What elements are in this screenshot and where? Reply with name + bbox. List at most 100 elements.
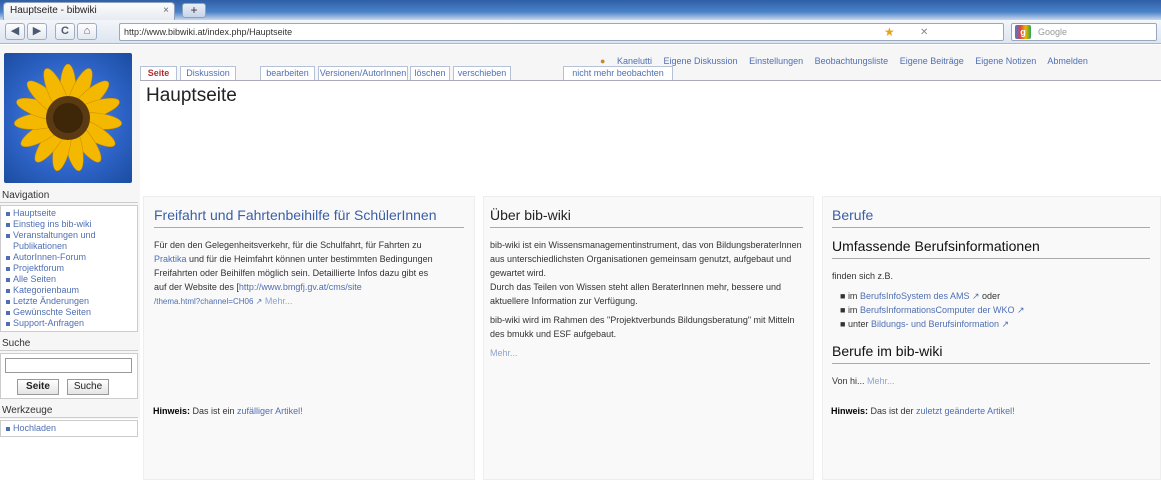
sidebar-item-kategorienbaum[interactable]: Kategorienbaum [4, 285, 134, 296]
content-area: Hauptseite Freifahrt und Fahrtenbeihilfe… [140, 80, 1161, 480]
sidebar-item-gewuenschte-seiten[interactable]: Gewünschte Seiten [4, 307, 134, 318]
berufe-list-item: ■ im BerufsInfoSystem des AMS ↗ oder [840, 291, 1001, 301]
external-link-icon: ↗ [1001, 319, 1010, 329]
forward-button[interactable]: ▶ [27, 23, 47, 40]
freifahrt-line1: Für den den Gelegenheitsverkehr, für die… [154, 240, 422, 250]
sidebar-item-veranstaltungen[interactable]: Veranstaltungen und Publikationen [4, 230, 134, 252]
berufe-sub1: Umfassende Berufsinformationen [832, 238, 1150, 259]
bookmark-star-icon[interactable]: ★ [884, 24, 895, 40]
bmgfj-link[interactable]: http://www.bmgfj.gv.at/cms/site [239, 282, 362, 292]
sidebar-item-letzte-aenderungen[interactable]: Letzte Änderungen [4, 296, 134, 307]
personal-link-talk[interactable]: Eigene Diskussion [664, 56, 738, 66]
ueber-p3: bib-wiki wird im Rahmen des "Projektverb… [490, 315, 795, 339]
wko-link[interactable]: BerufsInformationsComputer der WKO [860, 305, 1015, 315]
hinweis-right-text: Das ist der [868, 406, 917, 416]
sidebar-item-autorinnen-forum[interactable]: AutorInnen-Forum [4, 252, 134, 263]
freifahrt-line3: Freifahrten oder Beihilfen möglich sein.… [154, 268, 429, 278]
stop-icon[interactable]: ✕ [920, 25, 928, 41]
search-placeholder: Google [1038, 27, 1068, 37]
hinweis-left-text: Das ist ein [190, 406, 238, 416]
bmgfj-link-cont[interactable]: /thema.html?channel=CH06 [154, 297, 253, 306]
sidebar-item-projektforum[interactable]: Projektforum [4, 263, 134, 274]
sidebar-item-hochladen[interactable]: Hochladen [4, 423, 134, 434]
tab-diskussion[interactable]: Diskussion [180, 66, 236, 80]
hinweis-right: Hinweis: Das ist der zuletzt geänderte A… [831, 406, 1015, 416]
berufe-l1-prefix: im [847, 291, 860, 301]
wiki-page: ● Kanelutti Eigene Diskussion Einstellun… [0, 45, 1161, 480]
berufe-heading[interactable]: Berufe [832, 207, 1150, 228]
url-bar[interactable]: http://www.bibwiki.at/index.php/Hauptsei… [119, 23, 1004, 41]
back-button[interactable]: ◀ [5, 23, 25, 40]
search-heading: Suche [0, 338, 138, 351]
external-link-icon: ↗ [1017, 305, 1025, 315]
tab-close-icon[interactable]: × [163, 3, 169, 19]
berufe-l1-suffix: oder [979, 291, 1001, 301]
sunflower-image [14, 63, 122, 172]
go-button[interactable]: Seite [17, 379, 59, 395]
berufe-sub2: Berufe im bib-wiki [832, 343, 1150, 364]
sidebar-search-input[interactable] [5, 358, 132, 373]
sunflower-logo[interactable] [4, 53, 132, 183]
external-link-icon: ↗ [972, 291, 980, 301]
sidebar-item-alle-seiten[interactable]: Alle Seiten [4, 274, 134, 285]
tab-verschieben[interactable]: verschieben [453, 66, 511, 80]
personal-link-user[interactable]: Kanelutti [617, 56, 652, 66]
freifahrt-mehr-link[interactable]: Mehr... [262, 296, 293, 306]
freifahrt-heading[interactable]: Freifahrt und Fahrtenbeihilfe für Schüle… [154, 207, 464, 228]
berufe-list-item: ■ unter Bildungs- und Berufsinformation … [840, 319, 1010, 329]
freifahrt-line2-text: und für die Heimfahrt können unter besti… [186, 254, 433, 264]
ueber-p1: bib-wiki ist ein Wissensmanagementinstru… [490, 240, 802, 278]
tab-title: Hauptseite - bibwiki [10, 5, 97, 16]
panel-berufe: Berufe Umfassende Berufsinformationen fi… [822, 196, 1161, 480]
personal-link-notes[interactable]: Eigene Notizen [975, 56, 1036, 66]
sidebar-search: Seite Suche [0, 353, 138, 399]
berufe-von-text: Von hi... [832, 376, 868, 386]
freifahrt-line4-text: auf der Website des [ [154, 282, 239, 292]
search-box[interactable]: g Google [1011, 23, 1157, 41]
ueber-heading: Über bib-wiki [490, 207, 803, 228]
sidebar-item-support-anfragen[interactable]: Support-Anfragen [4, 318, 134, 329]
reload-button[interactable]: C [55, 23, 75, 40]
berufe-l3-prefix: unter [847, 319, 871, 329]
ueber-text: bib-wiki ist ein Wissensmanagementinstru… [490, 238, 803, 360]
freifahrt-line4: auf der Website des [http://www.bmgfj.gv… [154, 280, 464, 294]
new-tab-button[interactable]: + [182, 3, 206, 18]
personal-link-watchlist[interactable]: Beobachtungsliste [815, 56, 889, 66]
navigation-heading: Navigation [0, 190, 138, 203]
ueber-mehr-link[interactable]: Mehr... [490, 346, 803, 360]
google-icon: g [1015, 25, 1031, 39]
personal-link-logout[interactable]: Abmelden [1047, 56, 1088, 66]
bildung-link[interactable]: Bildungs- und Berufsinformation [871, 319, 999, 329]
praktika-link[interactable]: Praktika [154, 254, 187, 264]
freifahrt-text: Für den den Gelegenheitsverkehr, für die… [154, 238, 464, 309]
personal-link-contributions[interactable]: Eigene Beiträge [900, 56, 964, 66]
zufaelliger-artikel-link[interactable]: zufälliger Artikel! [237, 406, 303, 416]
panel-ueber: Über bib-wiki bib-wiki ist ein Wissensma… [483, 196, 814, 480]
tab-seite[interactable]: Seite [140, 66, 177, 80]
tab-loeschen[interactable]: löschen [410, 66, 450, 80]
berufe-intro: finden sich z.B. [832, 271, 894, 281]
user-icon: ● [600, 56, 606, 66]
hinweis-right-label: Hinweis: [831, 406, 869, 416]
zuletzt-geaendert-link[interactable]: zuletzt geänderte Artikel! [916, 406, 1015, 416]
ams-link[interactable]: BerufsInfoSystem des AMS [860, 291, 970, 301]
home-button[interactable]: ⌂ [77, 23, 97, 40]
personal-link-preferences[interactable]: Einstellungen [749, 56, 803, 66]
tab-bearbeiten[interactable]: bearbeiten [260, 66, 315, 80]
tools-heading: Werkzeuge [0, 405, 138, 418]
sidebar-item-einstieg[interactable]: Einstieg ins bib-wiki [4, 219, 134, 230]
panel-freifahrt: Freifahrt und Fahrtenbeihilfe für Schüle… [143, 196, 475, 480]
tab-versionen[interactable]: Versionen/AutorInnen [318, 66, 408, 80]
sidebar: Navigation Hauptseite Einstieg ins bib-w… [0, 190, 138, 437]
search-button[interactable]: Suche [67, 379, 109, 395]
browser-tab[interactable]: Hauptseite - bibwiki × [3, 2, 175, 20]
berufe-mehr-link[interactable]: Mehr... [867, 376, 895, 386]
url-text: http://www.bibwiki.at/index.php/Hauptsei… [124, 27, 293, 37]
ueber-p2: Durch das Teilen von Wissen steht allen … [490, 282, 781, 306]
browser-nav-bar: ◀ ▶ C ⌂ http://www.bibwiki.at/index.php/… [0, 20, 1161, 44]
sidebar-item-hauptseite[interactable]: Hauptseite [4, 208, 134, 219]
tab-nicht-beobachten[interactable]: nicht mehr beobachten [563, 66, 673, 80]
berufe-l2-prefix: im [847, 305, 860, 315]
tools-list: Hochladen [0, 420, 138, 437]
berufe-von: Von hi... Mehr... [832, 374, 1150, 388]
